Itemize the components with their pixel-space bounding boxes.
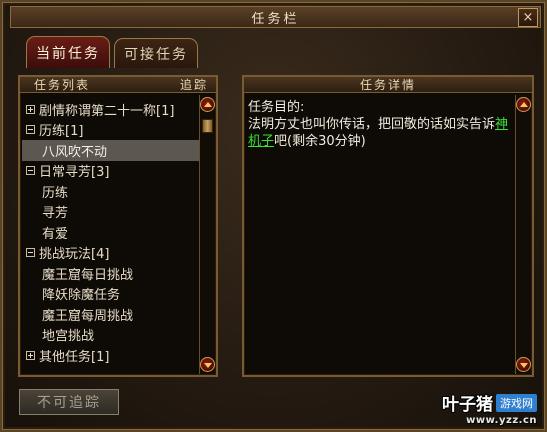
collapse-icon[interactable] [26,125,35,135]
task-item[interactable]: 地宫挑战 [22,325,216,346]
scroll-up-icon[interactable] [200,97,215,112]
site-watermark: 叶子猪 游戏网 www.yzz.cn [442,390,537,426]
tab-available-tasks[interactable]: 可接任务 [114,38,198,68]
expand-icon[interactable] [26,350,35,360]
watermark-title: 叶子猪 [442,395,493,415]
watermark-badge: 游戏网 [496,393,537,412]
task-detail-title: 任务详情 [359,78,416,92]
track-column-label[interactable]: 追踪 [180,76,208,93]
task-label: 八风吹不动 [42,144,108,160]
task-label: 地宫挑战 [42,329,95,345]
task-detail-header: 任务详情 [244,77,532,93]
task-detail-scrollbar[interactable] [515,95,531,374]
task-label: 剧情称谓第二十一称[1] [39,103,175,119]
window-title: 任务栏 [251,11,300,27]
task-description: 法明方丈也叫你传话，把回敬的话如实告诉神机子吧(剩余30分钟) [248,116,514,150]
task-label: 有爱 [42,226,69,242]
task-label: 历练 [42,185,69,201]
task-description-text: 法明方丈也叫你传话，把回敬的话如实告诉 [248,117,496,132]
watermark-url: www.yzz.cn [466,415,537,426]
task-item[interactable]: 降妖除魔任务 [22,284,216,305]
task-item[interactable]: 寻芳 [22,202,216,223]
scroll-down-icon[interactable] [200,357,215,372]
task-category[interactable]: 剧情称谓第二十一称[1] [22,99,216,120]
scroll-up-icon[interactable] [516,97,531,112]
task-description-suffix: 吧(剩余30分钟) [274,134,366,149]
scroll-thumb[interactable] [202,119,213,133]
task-label: 魔王窟每周挑战 [42,308,134,324]
tab-bar: 当前任务 可接任务 [26,36,198,68]
task-label: 其他任务[1] [39,349,110,365]
task-goal-label: 任务目的: [248,100,305,115]
task-item[interactable]: 魔王窟每日挑战 [22,263,216,284]
task-list: 剧情称谓第二十一称[1] 历练[1] 八风吹不动日常寻芳[3] 历练寻芳有爱挑战玩法[… [22,99,216,366]
task-category[interactable]: 其他任务[1] [22,345,216,366]
task-item[interactable]: 八风吹不动 [22,140,212,161]
task-list-header: 任务列表 追踪 [20,77,216,93]
task-label: 魔王窟每日挑战 [42,267,134,283]
task-item[interactable]: 魔王窟每周挑战 [22,304,216,325]
task-label: 寻芳 [42,206,69,222]
task-detail-text: 任务目的: 法明方丈也叫你传话，把回敬的话如实告诉神机子吧(剩余30分钟) [248,99,514,150]
task-category[interactable]: 日常寻芳[3] [22,161,216,182]
task-detail-panel: 任务详情 任务目的: 法明方丈也叫你传话，把回敬的话如实告诉神机子吧(剩余30分… [242,75,534,377]
tab-current-tasks[interactable]: 当前任务 [26,36,110,68]
untrack-button[interactable]: 不可追踪 [19,389,119,415]
collapse-icon[interactable] [26,248,35,258]
task-category[interactable]: 挑战玩法[4] [22,243,216,264]
close-button[interactable]: × [518,8,538,27]
task-label: 降妖除魔任务 [42,288,121,304]
watermark-logo: 叶子猪 游戏网 [442,390,537,415]
task-item[interactable]: 历练 [22,181,216,202]
task-list-panel: 任务列表 追踪 剧情称谓第二十一称[1] 历练[1] 八风吹不动日常寻芳[3] 历练寻… [18,75,218,377]
task-item[interactable]: 有爱 [22,222,216,243]
task-label: 历练[1] [39,124,84,140]
task-category[interactable]: 历练[1] [22,120,216,141]
task-label: 挑战玩法[4] [39,247,110,263]
title-bar[interactable]: 任务栏 × [10,6,541,28]
task-list-title: 任务列表 [34,78,91,92]
expand-icon[interactable] [26,104,35,114]
quest-window: 任务栏 × 当前任务 可接任务 任务列表 追踪 剧情称谓第二十一称[1] 历练[1… [0,0,547,432]
task-label: 日常寻芳[3] [39,165,110,181]
task-list-scrollbar[interactable] [199,95,215,374]
collapse-icon[interactable] [26,166,35,176]
scroll-down-icon[interactable] [516,357,531,372]
